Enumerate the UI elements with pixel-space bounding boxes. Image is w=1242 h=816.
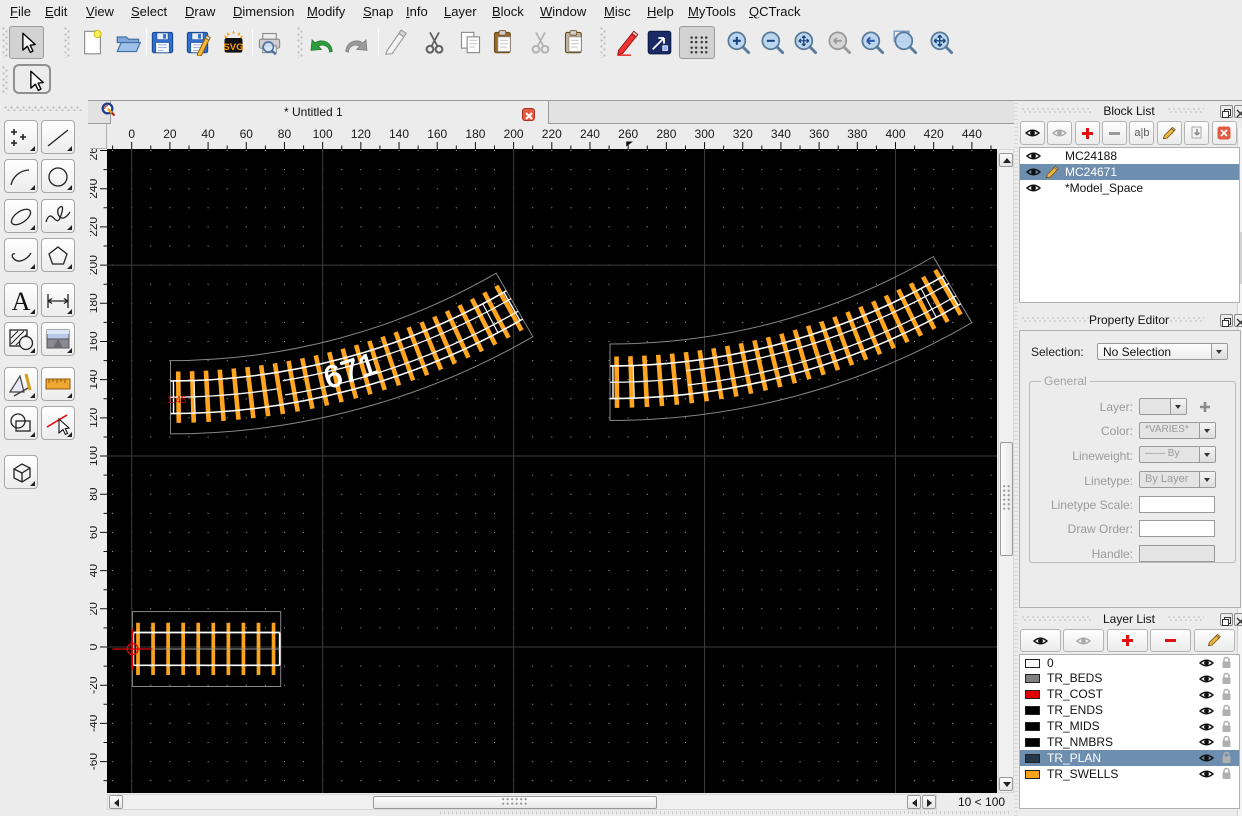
svg-text:60: 60 — [90, 525, 100, 539]
svg-text:400: 400 — [885, 127, 905, 141]
svg-text:220: 220 — [90, 217, 100, 237]
svg-text:0: 0 — [90, 643, 100, 650]
svg-text:1:45: 1:45 — [167, 395, 187, 406]
svg-text:440: 440 — [962, 127, 982, 141]
svg-text:100: 100 — [313, 127, 333, 141]
svg-text:260: 260 — [618, 127, 638, 141]
svg-text:360: 360 — [809, 127, 829, 141]
svg-text:180: 180 — [90, 293, 100, 313]
svg-text:240: 240 — [580, 127, 600, 141]
svg-text:280: 280 — [656, 127, 676, 141]
svg-text:380: 380 — [847, 127, 867, 141]
svg-text:180: 180 — [465, 127, 485, 141]
svg-text:40: 40 — [201, 127, 215, 141]
svg-text:420: 420 — [924, 127, 944, 141]
svg-text:20: 20 — [90, 602, 100, 616]
svg-text:-40: -40 — [90, 714, 100, 732]
svg-text:320: 320 — [733, 127, 753, 141]
svg-text:A: A — [12, 287, 31, 315]
svg-text:80: 80 — [90, 487, 100, 501]
svg-text:160: 160 — [90, 331, 100, 351]
svg-text:160: 160 — [427, 127, 447, 141]
svg-text:120: 120 — [90, 408, 100, 428]
svg-text:200: 200 — [504, 127, 524, 141]
svg-text:20: 20 — [163, 127, 177, 141]
svg-text:100: 100 — [90, 446, 100, 466]
svg-text:300: 300 — [695, 127, 715, 141]
svg-text:40: 40 — [90, 564, 100, 578]
svg-text:220: 220 — [542, 127, 562, 141]
svg-text:340: 340 — [771, 127, 791, 141]
svg-text:-20: -20 — [90, 676, 100, 694]
svg-text:SVG: SVG — [223, 42, 243, 53]
svg-text:80: 80 — [278, 127, 292, 141]
svg-text:0: 0 — [128, 127, 135, 141]
svg-text:140: 140 — [389, 127, 409, 141]
svg-text:260: 260 — [90, 149, 100, 161]
svg-text:240: 240 — [90, 178, 100, 198]
svg-text:200: 200 — [90, 255, 100, 275]
svg-text:-60: -60 — [90, 753, 100, 771]
svg-text:140: 140 — [90, 369, 100, 389]
svg-text:120: 120 — [351, 127, 371, 141]
svg-text:60: 60 — [240, 127, 254, 141]
